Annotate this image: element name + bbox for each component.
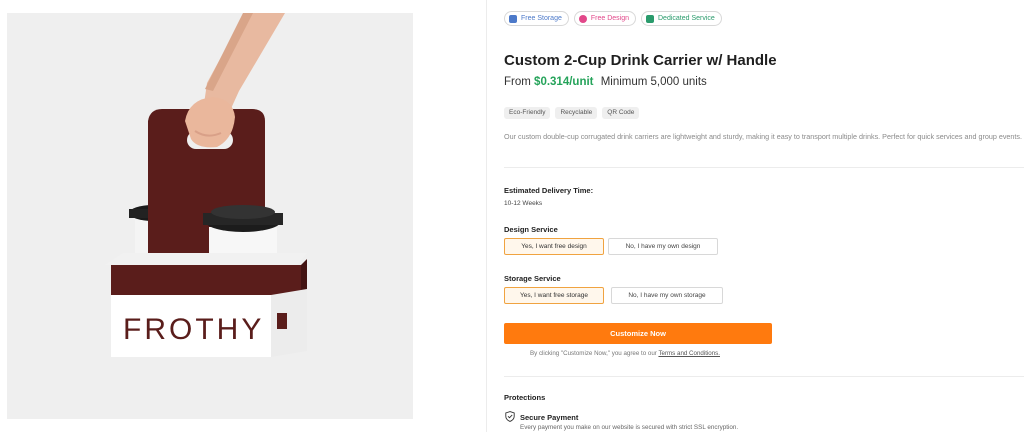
storage-option-own[interactable]: No, I have my own storage	[611, 287, 723, 304]
brand-text: FROTHY	[123, 313, 264, 346]
product-details: Free Storage Free Design Dedicated Servi…	[504, 0, 1024, 432]
badge-label: Free Design	[590, 15, 629, 22]
customize-now-button[interactable]: Customize Now	[504, 323, 772, 344]
badge-free-storage: Free Storage	[504, 11, 569, 26]
drink-carrier-illustration: FROTHY	[105, 13, 307, 357]
price-prefix: From	[504, 76, 531, 88]
section-divider	[504, 376, 1024, 377]
minimum-quantity: Minimum 5,000 units	[600, 76, 707, 88]
terms-notice: By clicking "Customize Now," you agree t…	[530, 350, 720, 357]
product-description: Our custom double-cup corrugated drink c…	[504, 132, 1023, 141]
tag-recyclable: Recyclable	[555, 107, 598, 119]
badge-free-design: Free Design	[573, 11, 636, 26]
badge-label: Dedicated Service	[658, 15, 715, 22]
product-title: Custom 2-Cup Drink Carrier w/ Handle	[504, 52, 777, 69]
design-service-label: Design Service	[504, 225, 558, 234]
protections-title: Protections	[504, 393, 546, 402]
section-divider	[504, 167, 1024, 168]
service-badges: Free Storage Free Design Dedicated Servi…	[504, 11, 722, 26]
delivery-value: 10-12 Weeks	[504, 200, 543, 207]
storage-icon	[509, 14, 517, 23]
storage-option-free[interactable]: Yes, I want free storage	[504, 287, 604, 304]
design-option-free[interactable]: Yes, I want free design	[504, 238, 604, 255]
price-line: From $0.314/unit Minimum 5,000 units	[504, 76, 707, 88]
feature-tags: Eco-Friendly Recyclable QR Code	[504, 107, 640, 119]
secure-payment-description: Every payment you make on our website is…	[520, 424, 739, 431]
badge-dedicated-service: Dedicated Service	[641, 11, 722, 26]
unit-price: $0.314/unit	[534, 76, 594, 88]
tag-eco-friendly: Eco-Friendly	[504, 107, 551, 119]
shield-icon	[505, 411, 515, 422]
badge-label: Free Storage	[521, 15, 562, 22]
tag-qr-code: QR Code	[602, 107, 640, 119]
service-icon	[646, 14, 654, 23]
terms-prefix: By clicking "Customize Now," you agree t…	[530, 350, 657, 357]
design-option-own[interactable]: No, I have my own design	[608, 238, 718, 255]
panel-divider	[486, 0, 487, 432]
palette-icon	[578, 14, 587, 23]
storage-service-label: Storage Service	[504, 274, 561, 283]
delivery-label: Estimated Delivery Time:	[504, 186, 594, 195]
product-image: FROTHY	[7, 13, 413, 419]
terms-link[interactable]: Terms and Conditions.	[658, 350, 720, 357]
secure-payment-title: Secure Payment	[520, 413, 579, 422]
